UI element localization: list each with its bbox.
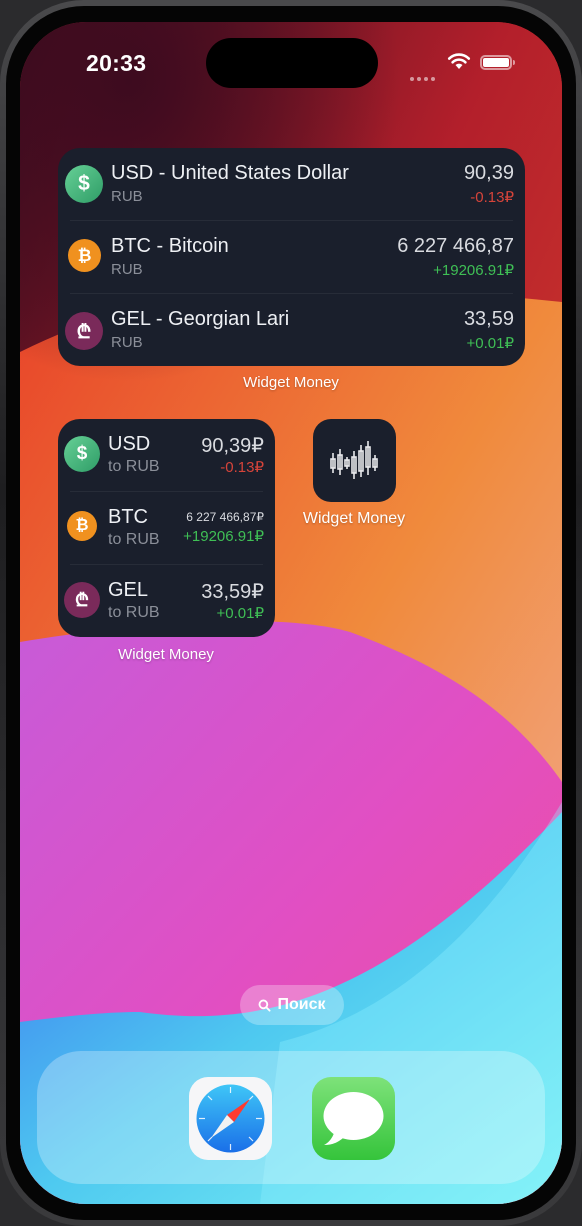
app-label[interactable]: Widget Money (274, 510, 434, 528)
currency-subtitle: RUB (111, 261, 143, 278)
currency-widget-small[interactable]: $ USD to RUB 90,39₽ -0.13₽ ₿ BTC to RUB … (58, 419, 275, 637)
signal-dots-icon (410, 68, 438, 81)
messages-icon (323, 1092, 384, 1145)
currency-value: 33,59 (463, 308, 514, 330)
wifi-icon (447, 53, 471, 69)
currency-subtitle: RUB (111, 334, 143, 351)
currency-change: +0.01₽ (216, 605, 265, 622)
row-divider (70, 491, 263, 492)
currency-title: USD - United States Dollar (111, 162, 349, 184)
widget-label: Widget Money (118, 646, 214, 663)
currency-widget-large[interactable]: $ USD - United States Dollar RUB 90,39 -… (58, 148, 525, 366)
currency-value: 6 227 466,87 (397, 235, 514, 257)
currency-value: 90,39 (463, 162, 514, 184)
battery-icon (480, 55, 515, 70)
dynamic-island (206, 38, 378, 88)
dock (37, 1051, 545, 1184)
dollar-icon: $ (65, 165, 103, 203)
widget-label: Widget Money (243, 374, 339, 391)
messages-app[interactable] (312, 1077, 395, 1160)
status-time: 20:33 (86, 50, 147, 76)
row-divider (70, 293, 513, 294)
search-icon (259, 999, 272, 1012)
currency-subtitle: to RUB (108, 458, 160, 475)
lari-icon: ₾ (64, 582, 100, 618)
bitcoin-icon: ₿ (67, 511, 97, 541)
search-label: Поиск (277, 996, 326, 1013)
currency-title: BTC - Bitcoin (111, 235, 229, 257)
lari-icon: ₾ (65, 312, 103, 350)
dollar-icon: $ (64, 436, 100, 472)
currency-subtitle: to RUB (108, 604, 160, 621)
currency-title: GEL - Georgian Lari (111, 308, 290, 330)
currency-change: -0.13₽ (220, 459, 264, 476)
currency-change: +0.01₽ (466, 335, 515, 352)
home-screen: 20:33 $ USD - United States Dollar RUB 9… (20, 22, 562, 1204)
currency-value: 90,39₽ (201, 435, 264, 457)
safari-icon (196, 1084, 265, 1153)
row-divider (70, 220, 513, 221)
currency-change: +19206.91₽ (183, 528, 264, 545)
currency-title: USD (108, 433, 151, 455)
spotlight-search-button[interactable]: Поиск (240, 985, 344, 1025)
currency-title: BTC (108, 506, 148, 528)
currency-value: 33,59₽ (201, 581, 264, 603)
candlestick-chart-icon (330, 441, 378, 479)
currency-value: 6 227 466,87₽ (186, 510, 264, 524)
safari-app[interactable] (189, 1077, 272, 1160)
currency-subtitle: RUB (111, 188, 143, 205)
currency-subtitle: to RUB (108, 531, 160, 548)
currency-change: -0.13₽ (470, 189, 514, 206)
currency-title: GEL (108, 579, 149, 601)
widget-money-app[interactable] (313, 419, 396, 502)
row-divider (70, 564, 263, 565)
currency-change: +19206.91₽ (433, 262, 514, 279)
bitcoin-icon: ₿ (68, 239, 101, 272)
